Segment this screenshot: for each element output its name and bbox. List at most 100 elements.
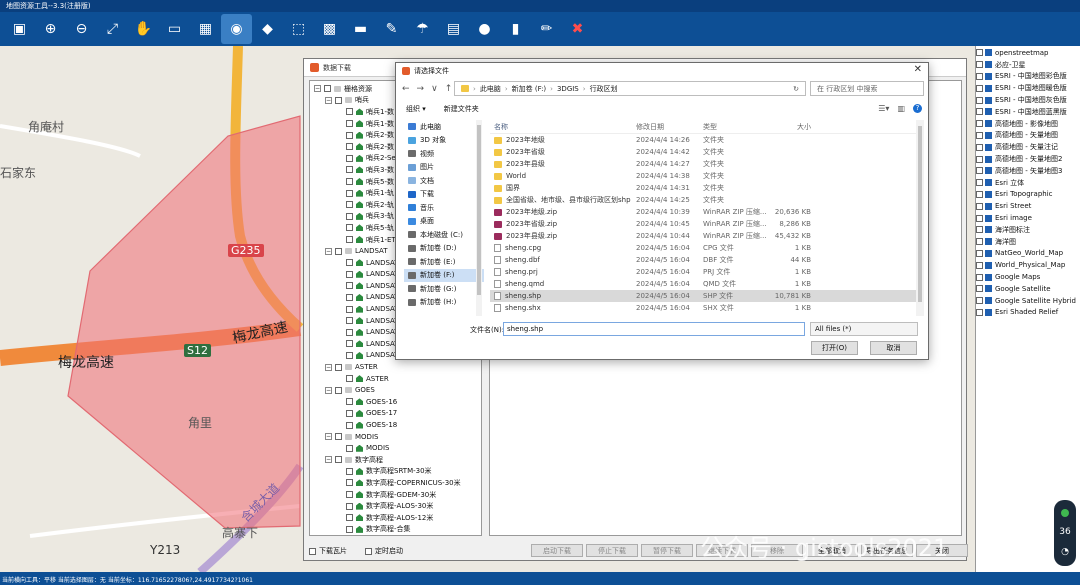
- layer-checkbox[interactable]: [976, 143, 983, 151]
- layer-checkbox[interactable]: [976, 131, 983, 139]
- close-icon[interactable]: ✕: [914, 64, 922, 75]
- measure-icon[interactable]: ▭: [159, 14, 190, 44]
- tree-checkbox[interactable]: [324, 85, 331, 93]
- pan-hand-icon[interactable]: ✋: [128, 14, 159, 44]
- breadcrumb-item[interactable]: 3DGIS: [557, 85, 579, 93]
- file-dialog-titlebar[interactable]: 请选择文件 ✕: [396, 63, 928, 78]
- file-row[interactable]: sheng.shp 2024/4/5 16:04 SHP 文件 10,781 KB: [490, 290, 922, 302]
- tree-checkbox[interactable]: [346, 108, 353, 116]
- nav-item[interactable]: 下载: [404, 188, 484, 202]
- layer-item[interactable]: Google Satellite: [976, 283, 1080, 295]
- nav-item[interactable]: 文档: [404, 174, 484, 188]
- layer-checkbox[interactable]: [976, 84, 983, 92]
- tree-node[interactable]: 数字高程-ALOS-12米: [310, 512, 481, 524]
- new-folder-button[interactable]: 新建文件夹: [444, 104, 479, 114]
- file-row[interactable]: 2023年县级 2024/4/4 14:27 文件夹: [490, 158, 922, 170]
- tree-checkbox[interactable]: [346, 282, 353, 290]
- collapse-icon[interactable]: −: [325, 456, 332, 464]
- layer-item[interactable]: openstreetmap: [976, 47, 1080, 59]
- download-action-button[interactable]: 暂停下载: [641, 544, 693, 557]
- file-row[interactable]: sheng.cpg 2024/4/5 16:04 CPG 文件 1 KB: [490, 242, 922, 254]
- tree-checkbox[interactable]: [335, 456, 342, 464]
- zoom-in-icon[interactable]: ⊕: [35, 14, 66, 44]
- refresh-icon[interactable]: ↻: [793, 85, 799, 93]
- tree-checkbox[interactable]: [346, 212, 353, 220]
- layer-item[interactable]: Esri Street: [976, 200, 1080, 212]
- nav-item[interactable]: 此电脑: [404, 120, 484, 134]
- layer-checkbox[interactable]: [976, 155, 983, 163]
- tree-checkbox[interactable]: [346, 444, 353, 452]
- open-button[interactable]: 打开(O): [811, 341, 858, 355]
- map-icon[interactable]: ▤: [438, 14, 469, 44]
- user-icon[interactable]: ●: [469, 14, 500, 44]
- cancel-button[interactable]: 取消: [870, 341, 917, 355]
- file-row[interactable]: 2023年地级.zip 2024/4/4 10:39 WinRAR ZIP 压缩..…: [490, 206, 922, 218]
- tree-node[interactable]: 数字高程SRTM-30米: [310, 466, 481, 478]
- column-type[interactable]: 类型: [703, 122, 771, 132]
- file-row[interactable]: 2023年省级 2024/4/4 14:42 文件夹: [490, 146, 922, 158]
- nav-scrollbar[interactable]: [476, 120, 482, 316]
- file-row[interactable]: sheng.qmd 2024/4/5 16:04 QMD 文件 1 KB: [490, 278, 922, 290]
- tree-checkbox[interactable]: [335, 433, 342, 441]
- layer-icon[interactable]: ◆: [252, 14, 283, 44]
- book-icon[interactable]: ▮: [500, 14, 531, 44]
- checkbox-box[interactable]: [365, 547, 372, 555]
- close-icon[interactable]: ✖: [562, 14, 593, 44]
- column-size[interactable]: 大小: [771, 122, 811, 132]
- layer-checkbox[interactable]: [976, 297, 983, 305]
- layer-item[interactable]: 高德地图 - 矢量地图3: [976, 165, 1080, 177]
- tree-checkbox[interactable]: [346, 525, 353, 533]
- address-bar[interactable]: › 此电脑 › 新加卷 (F:) › 3DGIS › 行政区划 ↻: [454, 81, 806, 96]
- nav-item[interactable]: 音乐: [404, 201, 484, 215]
- collapse-icon[interactable]: −: [325, 247, 332, 255]
- layer-item[interactable]: Esri 立体: [976, 177, 1080, 189]
- breadcrumb-item[interactable]: 此电脑: [480, 84, 501, 94]
- recent-icon[interactable]: ∨: [431, 84, 438, 94]
- layer-checkbox[interactable]: [976, 120, 983, 128]
- layer-checkbox[interactable]: [976, 61, 983, 69]
- tree-checkbox[interactable]: [346, 120, 353, 128]
- layer-item[interactable]: Esri Topographic: [976, 189, 1080, 201]
- layer-item[interactable]: 海洋图: [976, 236, 1080, 248]
- tree-checkbox[interactable]: [335, 247, 342, 255]
- tree-checkbox[interactable]: [346, 328, 353, 336]
- layer-item[interactable]: NatGeo_World_Map: [976, 248, 1080, 260]
- tree-checkbox[interactable]: [346, 479, 353, 487]
- up-icon[interactable]: ↑: [445, 84, 453, 94]
- layer-item[interactable]: 高德地图 - 矢量注记: [976, 141, 1080, 153]
- file-row[interactable]: 国界 2024/4/4 14:31 文件夹: [490, 182, 922, 194]
- tree-node[interactable]: MODIS: [310, 442, 481, 454]
- tree-node[interactable]: ASTER: [310, 373, 481, 385]
- nav-item[interactable]: 新加卷 (F:): [404, 268, 484, 282]
- tree-checkbox[interactable]: [346, 305, 353, 313]
- tree-checkbox[interactable]: [346, 467, 353, 475]
- tree-checkbox[interactable]: [335, 363, 342, 371]
- layer-item[interactable]: 必应-卫星: [976, 59, 1080, 71]
- filename-input[interactable]: sheng.shp: [503, 322, 805, 336]
- download-action-button[interactable]: 启动下载: [531, 544, 583, 557]
- collapse-icon[interactable]: −: [325, 363, 332, 371]
- tree-checkbox[interactable]: [346, 514, 353, 522]
- forward-icon[interactable]: →: [417, 84, 425, 94]
- tree-node[interactable]: − ASTER: [310, 361, 481, 373]
- layer-item[interactable]: Google Satellite Hybrid: [976, 295, 1080, 307]
- column-date[interactable]: 修改日期: [636, 122, 703, 132]
- collapse-icon[interactable]: −: [325, 433, 332, 441]
- grid-icon[interactable]: ▦: [190, 14, 221, 44]
- file-row[interactable]: 2023年省级.zip 2024/4/4 10:45 WinRAR ZIP 压缩..…: [490, 218, 922, 230]
- tree-checkbox[interactable]: [346, 270, 353, 278]
- tree-node[interactable]: 数字高程-合集: [310, 524, 481, 535]
- layer-item[interactable]: Esri image: [976, 212, 1080, 224]
- nav-item[interactable]: 3D 对象: [404, 134, 484, 148]
- layer-item[interactable]: 海洋图标注: [976, 224, 1080, 236]
- layer-checkbox[interactable]: [976, 190, 983, 198]
- layer-item[interactable]: Google Maps: [976, 271, 1080, 283]
- nav-item[interactable]: 新加卷 (E:): [404, 255, 484, 269]
- nav-item[interactable]: 本地磁盘 (C:): [404, 228, 484, 242]
- layer-checkbox[interactable]: [976, 96, 983, 104]
- file-row[interactable]: 2023年县级.zip 2024/4/4 10:44 WinRAR ZIP 压缩..…: [490, 230, 922, 242]
- tree-node[interactable]: 数字高程-GDEM-30米: [310, 489, 481, 501]
- tree-node[interactable]: GOES-17: [310, 408, 481, 420]
- layer-item[interactable]: 高德地图 - 矢量地图2: [976, 153, 1080, 165]
- zoom-out-icon[interactable]: ⊖: [66, 14, 97, 44]
